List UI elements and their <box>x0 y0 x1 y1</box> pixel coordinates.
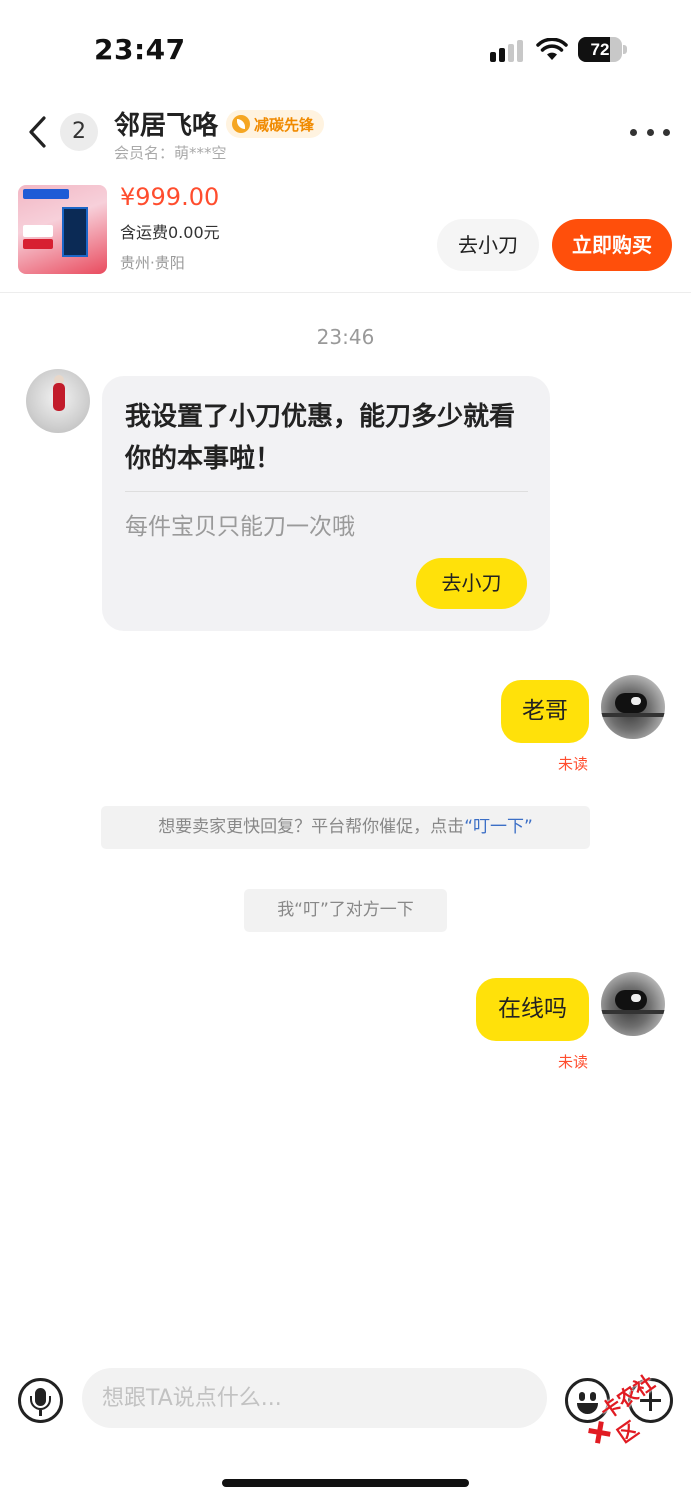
my-avatar[interactable] <box>601 675 665 739</box>
member-name: 萌***空 <box>174 144 227 162</box>
product-price: ¥999.00 <box>120 183 220 211</box>
nudge-tip: 想要卖家更快回复？平台帮你催促，点击“叮一下” <box>101 806 590 849</box>
seller-avatar[interactable] <box>26 369 90 433</box>
back-icon[interactable] <box>22 112 56 152</box>
signal-icon <box>490 40 526 62</box>
unread-count-badge[interactable]: 2 <box>60 113 98 151</box>
cut-card-subtitle: 每件宝贝只能刀一次哦 <box>125 514 355 540</box>
wifi-icon <box>536 38 568 60</box>
home-indicator[interactable] <box>222 1479 469 1487</box>
chat-header: 2 邻居飞咯 减碳先锋 会员名：萌***空 <box>0 100 691 170</box>
product-thumbnail[interactable] <box>18 185 107 274</box>
member-label: 会员名： <box>114 144 175 162</box>
message-status: 未读 <box>558 1053 589 1071</box>
member-line: 会员名：萌***空 <box>114 142 227 163</box>
nudge-tip-text: 想要卖家更快回复？平台帮你催促，点击 <box>158 817 465 837</box>
seller-name[interactable]: 邻居飞咯 <box>114 105 218 142</box>
status-bar: 23:47 72 <box>0 0 691 100</box>
message-input[interactable] <box>82 1368 547 1428</box>
product-location: 贵州·贵阳 <box>120 254 185 272</box>
eco-badge: 减碳先锋 <box>226 110 325 138</box>
cut-card-divider <box>125 491 528 492</box>
cut-card-title: 我设置了小刀优惠，能刀多少就看你的本事啦！ <box>125 402 516 474</box>
product-shipping: 含运费0.00元 <box>120 223 220 242</box>
nudge-link[interactable]: “叮一下” <box>464 817 533 837</box>
status-time: 23:47 <box>94 33 186 66</box>
buy-now-button[interactable]: 立即购买 <box>552 219 672 271</box>
battery-level: 72 <box>590 40 610 59</box>
leaf-icon <box>232 115 250 133</box>
microphone-icon[interactable] <box>18 1378 63 1423</box>
my-avatar[interactable] <box>601 972 665 1036</box>
my-message-bubble[interactable]: 在线吗 <box>476 978 589 1041</box>
message-status: 未读 <box>558 755 589 773</box>
battery-icon: 72 <box>578 37 628 62</box>
seller-cut-card: 我设置了小刀优惠，能刀多少就看你的本事啦！ 每件宝贝只能刀一次哦 去小刀 <box>102 376 550 631</box>
cut-price-button[interactable]: 去小刀 <box>437 219 539 271</box>
more-icon[interactable] <box>630 122 670 142</box>
nudge-notice: 我“叮”了对方一下 <box>244 889 447 932</box>
my-message-bubble[interactable]: 老哥 <box>501 680 589 743</box>
eco-badge-label: 减碳先锋 <box>254 115 315 134</box>
cut-card-button[interactable]: 去小刀 <box>416 558 527 609</box>
product-card[interactable]: ¥999.00 含运费0.00元 贵州·贵阳 去小刀 立即购买 <box>0 178 691 293</box>
chat-timestamp: 23:46 <box>316 325 375 349</box>
